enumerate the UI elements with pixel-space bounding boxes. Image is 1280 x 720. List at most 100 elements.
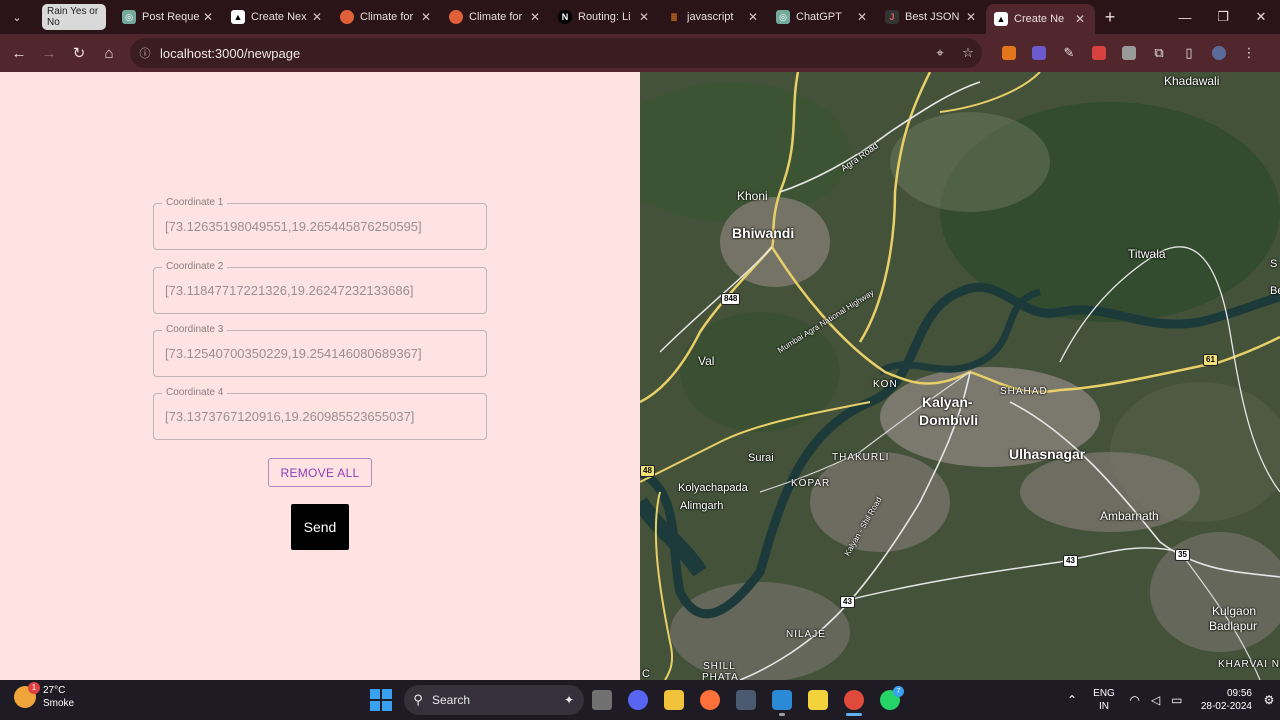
extension-red-icon[interactable] — [1084, 38, 1114, 68]
minimize-icon[interactable]: — — [1166, 0, 1204, 34]
satellite-map[interactable]: Khadawali Khoni Bhiwandi Titwala S Belk … — [640, 72, 1280, 680]
whatsapp-icon[interactable]: 7 — [872, 684, 908, 716]
home-icon[interactable]: ⌂ — [94, 38, 124, 68]
language-indicator[interactable]: ENG IN — [1084, 687, 1124, 713]
clock-date: 28-02-2024 — [1200, 701, 1252, 712]
browser-toolbar: ← → ↻ ⌂ ⓘ localhost:3000/newpage ⌖ ☆ ✎ ⧉… — [0, 34, 1280, 72]
tab[interactable]: J Best JSON ✕ — [877, 0, 986, 34]
coordinate-1-label: Coordinate 1 — [162, 197, 228, 208]
map-label-thakurli: THAKURLI — [832, 452, 890, 463]
close-icon[interactable]: ✕ — [637, 10, 651, 24]
side-panel-icon[interactable]: ▯ — [1174, 38, 1204, 68]
menu-kebab-icon[interactable]: ⋮ — [1234, 38, 1264, 68]
bookmark-star-icon[interactable]: ☆ — [954, 45, 982, 61]
taskbar-search-label: Search — [432, 693, 471, 707]
chevron-up-icon[interactable]: ⌃ — [1060, 693, 1084, 707]
notification-bell-icon[interactable]: ⚙ — [1258, 693, 1280, 707]
windows-start-icon[interactable] — [368, 687, 394, 713]
tab[interactable]: Climate for ✕ — [332, 0, 441, 34]
new-tab-button[interactable]: + — [1095, 7, 1125, 28]
nextjs-triangle-icon: ▲ — [231, 10, 245, 24]
tab[interactable]: Climate for ✕ — [441, 0, 550, 34]
chevron-down-icon: ⌄ — [12, 11, 22, 24]
tab-active[interactable]: ▲ Create Ne ✕ — [986, 4, 1095, 34]
extension-grey-icon[interactable] — [1114, 38, 1144, 68]
coordinate-4-label: Coordinate 4 — [162, 387, 228, 398]
discord-icon[interactable] — [620, 684, 656, 716]
bookmark-extension-icon[interactable] — [1024, 38, 1054, 68]
tab[interactable]: N Routing: Li ✕ — [550, 0, 659, 34]
nextjs-triangle-icon: ▲ — [994, 12, 1008, 26]
send-button[interactable]: Send — [291, 504, 349, 550]
address-bar[interactable]: ⓘ localhost:3000/newpage ⌖ ☆ — [130, 38, 982, 68]
coordinate-2-field[interactable]: Coordinate 2 [73.11847717221326,19.26247… — [153, 261, 487, 314]
windows-taskbar: 1 27°C Smoke ⚲ Search ✦ 7 ⌃ ENG IN ◠ ◁ ▭… — [0, 680, 1280, 720]
map-label-ambarnath: Ambarnath — [1100, 509, 1159, 523]
close-icon[interactable]: ✕ — [964, 10, 978, 24]
taskbar-search[interactable]: ⚲ Search ✦ — [404, 685, 584, 715]
metamask-icon[interactable] — [994, 38, 1024, 68]
system-icons[interactable]: ◠ ◁ ▭ — [1124, 693, 1188, 707]
task-view-icon[interactable] — [584, 684, 620, 716]
coordinate-form: Coordinate 1 [73.12635198049551,19.26544… — [0, 72, 640, 680]
close-icon[interactable]: ✕ — [419, 10, 433, 24]
close-icon[interactable]: ✕ — [1073, 12, 1087, 26]
map-label-kharvai: KHARVAI NA — [1218, 659, 1280, 670]
site-info-icon[interactable]: ⓘ — [130, 45, 160, 61]
close-icon[interactable]: ✕ — [201, 10, 215, 24]
maximize-icon[interactable]: ❐ — [1204, 0, 1242, 34]
close-icon[interactable]: ✕ — [855, 10, 869, 24]
highway-shield-61: 61 — [1203, 354, 1218, 366]
eyedropper-icon[interactable]: ✎ — [1054, 38, 1084, 68]
close-icon[interactable]: ✕ — [746, 10, 760, 24]
sticky-notes-icon[interactable] — [800, 684, 836, 716]
coordinate-2-value: [73.11847717221326,19.26247232133686] — [165, 283, 414, 298]
coordinate-2-label: Coordinate 2 — [162, 261, 228, 272]
calculator-icon[interactable] — [728, 684, 764, 716]
map-label-khoni: Khoni — [737, 189, 768, 203]
map-label-shill: SHILL — [703, 661, 736, 672]
file-explorer-icon[interactable] — [656, 684, 692, 716]
profile-avatar[interactable] — [1204, 38, 1234, 68]
map-label-shahad: SHAHAD — [1000, 386, 1048, 397]
map-label-khadawali: Khadawali — [1164, 74, 1220, 88]
reload-icon[interactable]: ↻ — [64, 38, 94, 68]
clock[interactable]: 09:56 28-02-2024 — [1188, 687, 1258, 713]
tab[interactable]: ◎ ChatGPT ✕ — [768, 0, 877, 34]
remove-all-button[interactable]: REMOVE ALL — [268, 458, 372, 487]
chrome-icon[interactable] — [836, 684, 872, 716]
map-label-badlapur: Badlapur — [1209, 619, 1258, 633]
page-content: Coordinate 1 [73.12635198049551,19.26544… — [0, 72, 1280, 680]
location-pin-icon[interactable]: ⌖ — [926, 45, 954, 61]
coordinate-4-field[interactable]: Coordinate 4 [73.1373767120916,19.260985… — [153, 387, 487, 440]
puzzle-icon[interactable]: ⧉ — [1144, 38, 1174, 68]
tab-title: Create Ne — [1014, 13, 1065, 25]
search-icon: ⚲ — [413, 692, 423, 707]
tab-search-button[interactable]: ⌄ — [6, 6, 28, 28]
coordinate-3-value: [73.12540700350229,19.254146080689367] — [165, 346, 422, 361]
firefox-icon[interactable] — [692, 684, 728, 716]
coordinate-1-field[interactable]: Coordinate 1 [73.12635198049551,19.26544… — [153, 197, 487, 250]
tab-group-chip[interactable]: Rain Yes or No — [34, 0, 114, 34]
region-code: IN — [1099, 701, 1109, 712]
nextjs-icon: N — [558, 10, 572, 24]
tab[interactable]: ≣ javascript ✕ — [659, 0, 768, 34]
forward-icon[interactable]: → — [34, 38, 64, 68]
back-icon[interactable]: ← — [4, 38, 34, 68]
highway-shield-43: 43 — [1063, 555, 1078, 567]
tab-group-label: Rain Yes or No — [42, 4, 106, 30]
close-icon[interactable]: ✕ — [528, 10, 542, 24]
close-window-icon[interactable]: ✕ — [1242, 0, 1280, 34]
map-label-titwala: Titwala — [1128, 247, 1166, 261]
tab[interactable]: ◎ Post Reque ✕ — [114, 0, 223, 34]
chatgpt-icon: ◎ — [122, 10, 136, 24]
highway-shield-43: 43 — [840, 596, 855, 608]
close-icon[interactable]: ✕ — [310, 10, 324, 24]
taskbar-apps: ⚲ Search ✦ 7 — [368, 684, 908, 716]
tab[interactable]: ▲ Create Nex ✕ — [223, 0, 332, 34]
vscode-icon[interactable] — [764, 684, 800, 716]
map-label-alimgarh: Alimgarh — [680, 500, 724, 512]
weather-widget[interactable]: 1 27°C Smoke — [14, 682, 74, 710]
coordinate-3-field[interactable]: Coordinate 3 [73.12540700350229,19.25414… — [153, 324, 487, 377]
search-highlight-icon: ✦ — [563, 693, 574, 707]
